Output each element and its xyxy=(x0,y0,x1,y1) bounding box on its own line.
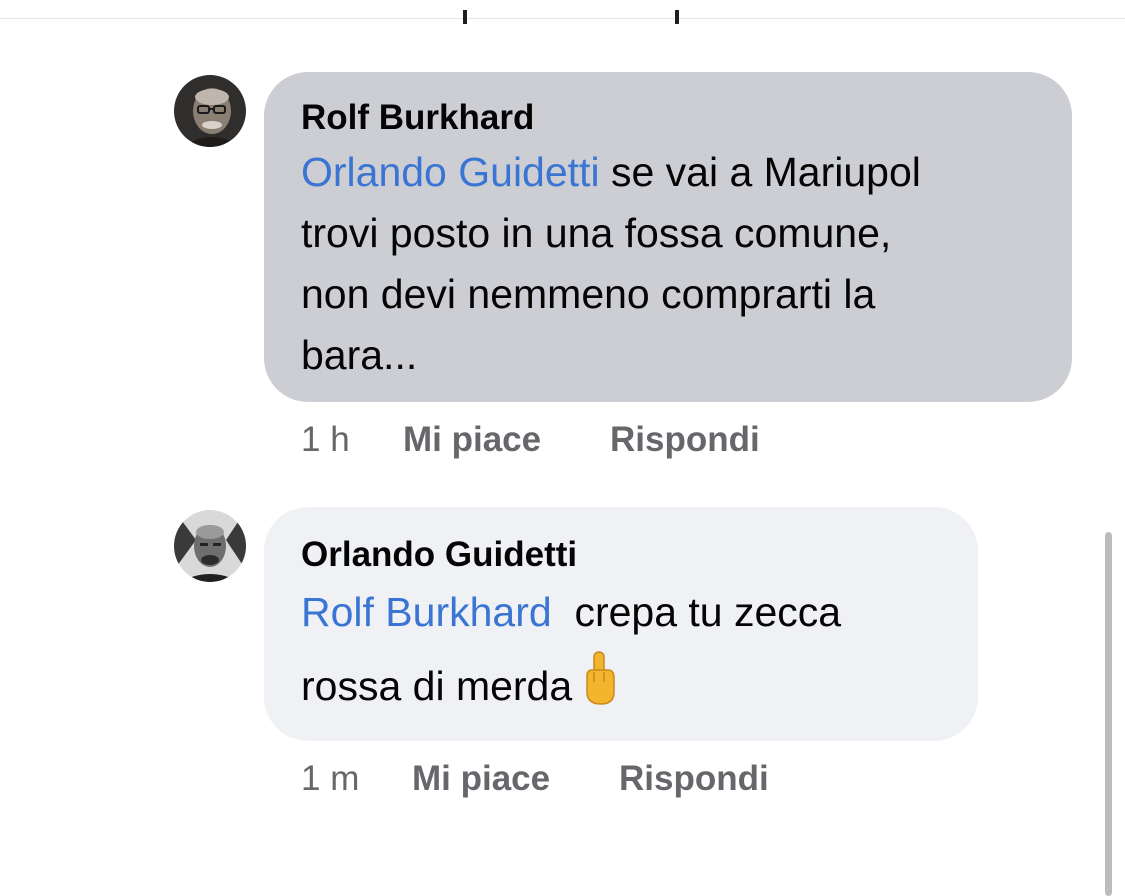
scrollbar[interactable] xyxy=(1105,532,1112,896)
top-divider xyxy=(0,18,1125,19)
like-button[interactable]: Mi piace xyxy=(403,420,610,460)
profile-photo xyxy=(174,75,246,147)
comment-actions: 1 m Mi piace Rispondi xyxy=(301,759,769,799)
mention-link[interactable]: Orlando Guidetti xyxy=(301,149,600,195)
mention-link[interactable]: Rolf Burkhard xyxy=(301,589,552,635)
top-divider-tick xyxy=(675,10,679,24)
comment-bubble[interactable]: Rolf Burkhard Orlando Guidetti se vai a … xyxy=(264,72,1072,402)
comment-timestamp[interactable]: 1 m xyxy=(301,759,412,799)
comment-text-segment: se vai a Mariupol xyxy=(599,149,921,195)
comment-timestamp[interactable]: 1 h xyxy=(301,420,403,460)
reply-button[interactable]: Rispondi xyxy=(619,759,769,799)
middle-finger-emoji-icon xyxy=(582,650,616,729)
comment-bubble[interactable]: Orlando Guidetti Rolf Burkhard crepa tu … xyxy=(264,507,978,741)
comment-text: Rolf Burkhard crepa tu zecca rossa di me… xyxy=(301,575,942,729)
comment-actions: 1 h Mi piace Rispondi xyxy=(301,420,760,460)
comment-author[interactable]: Orlando Guidetti xyxy=(301,535,942,575)
comment-text-segment: non devi nemmeno comprarti la xyxy=(301,271,876,317)
comment-text-segment: rossa di merda xyxy=(301,663,573,709)
comment-text-segment: bara... xyxy=(301,332,418,378)
like-button[interactable]: Mi piace xyxy=(412,759,619,799)
comment-text-segment: crepa tu zecca xyxy=(551,589,842,635)
comment-thread: Rolf Burkhard Orlando Guidetti se vai a … xyxy=(0,0,1125,896)
comment-text: Orlando Guidetti se vai a Mariupol trovi… xyxy=(301,142,1036,386)
reply-button[interactable]: Rispondi xyxy=(610,420,760,460)
avatar-rolf-burkhard[interactable] xyxy=(174,75,246,147)
comment-text-segment: trovi posto in una fossa comune, xyxy=(301,210,892,256)
top-divider-tick xyxy=(463,10,467,24)
profile-photo xyxy=(174,510,246,582)
comment-author[interactable]: Rolf Burkhard xyxy=(301,98,1036,138)
avatar-orlando-guidetti[interactable] xyxy=(174,510,246,582)
